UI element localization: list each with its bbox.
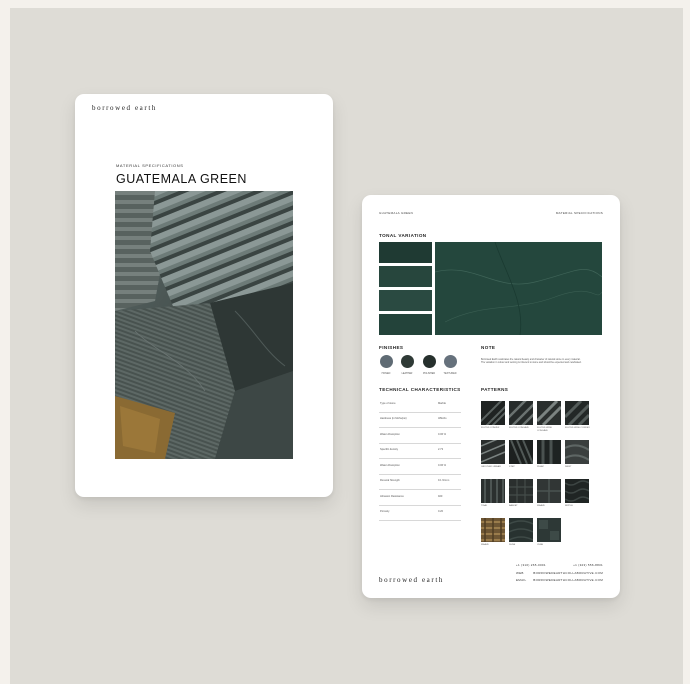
pattern-label: TIDAL: [481, 505, 488, 507]
tonal-swatch: [379, 290, 432, 311]
tonal-main-swatch: [435, 242, 602, 335]
pattern-label: DRIFT: [565, 466, 572, 468]
pattern-tile: [509, 401, 533, 425]
sheet-header-left: GUATEMALA GREEN: [379, 211, 414, 215]
pattern-tile: [481, 440, 505, 464]
phone-2: +1 (323) 556-8831: [573, 563, 603, 567]
tonal-swatch: [379, 242, 432, 263]
pattern-tile: [537, 479, 561, 503]
pattern-tile: [509, 440, 533, 464]
pattern-label: DUNE: [509, 544, 516, 546]
pattern-label: BASKET: [509, 505, 518, 507]
finish-dot: [401, 355, 414, 368]
contact-value: BORROWEDEARTHCOLLABORATIVE.COM: [533, 571, 603, 575]
finish-label: HONED: [381, 372, 391, 375]
cover-title: GUATEMALA GREEN: [116, 172, 247, 186]
finishes-heading: FINISHES: [379, 345, 404, 350]
contact-label: EMAIL: [516, 578, 527, 582]
tonal-swatch: [379, 314, 432, 335]
pattern-label: FLUTED CONCAVE: [509, 427, 529, 429]
note-text: Borrowed Earth celebrates the natural be…: [481, 358, 582, 365]
phone-1: +1 (310) 265-0001: [516, 563, 546, 567]
cover-eyebrow: MATERIAL SPECIFICATIONS: [116, 163, 184, 168]
finish-dot: [380, 355, 393, 368]
pattern-label: STEP: [509, 466, 515, 468]
finish-dot: [423, 355, 436, 368]
pattern-tile: [481, 479, 505, 503]
pattern-tile: [565, 479, 589, 503]
pattern-label: WEAVE: [537, 505, 545, 507]
pattern-tile: [509, 479, 533, 503]
tonal-swatch: [379, 266, 432, 287]
spec-sheet-page: GUATEMALA GREEN MATERIAL SPECIFICATIONS …: [362, 195, 620, 598]
note-heading: NOTE: [481, 345, 496, 350]
pattern-label: FLUTED WIDE CONVEX: [565, 427, 590, 429]
pattern-label: GROOVED LINEAR: [481, 466, 501, 468]
contact-label: WEB: [516, 571, 524, 575]
pattern-tile: [565, 401, 589, 425]
pattern-tile: [537, 518, 561, 542]
brand-logo: borrowed earth: [379, 576, 444, 584]
finish-label: LEATHER: [401, 372, 413, 375]
pattern-label: CUBE: [537, 544, 544, 546]
tech-row: Hardness (in Mohs/psi) 3/Mohs: [379, 411, 461, 428]
technical-heading: TECHNICAL CHARACTERISTICS: [379, 387, 461, 392]
pattern-tile: [481, 518, 505, 542]
pattern-tile: [481, 401, 505, 425]
pattern-label: RIPPLE: [565, 505, 573, 507]
pattern-tile: [509, 518, 533, 542]
tech-row: Porosity 0.20: [379, 504, 461, 521]
finish-label: POLISHED: [422, 372, 436, 375]
brand-logo: borrowed earth: [92, 104, 157, 112]
sheet-header-right: MATERIAL SPECIFICATIONS: [555, 211, 603, 215]
contact-value: BORROWEDEARTHCOLLABORATIVE.COM: [533, 578, 603, 582]
pattern-label: WEAVE: [481, 544, 489, 546]
pattern-label: FLUTED CONVEX: [481, 427, 500, 429]
pattern-tile: [565, 440, 589, 464]
tech-row: Specific density 2.73: [379, 442, 461, 459]
pattern-label: PLEAT: [537, 466, 544, 468]
finish-label: TEXTURED: [443, 372, 457, 375]
pattern-tile: [537, 401, 561, 425]
tonal-variation-heading: TONAL VARIATION: [379, 233, 427, 238]
patterns-heading: PATTERNS: [481, 387, 509, 392]
stone-photo: [115, 191, 293, 459]
pattern-tile: [537, 440, 561, 464]
finish-dot: [444, 355, 457, 368]
cover-page: borrowed earth MATERIAL SPECIFICATIONS G…: [75, 94, 333, 497]
pattern-label: FLUTED WIDE CONCAVE: [537, 427, 552, 432]
tech-row: Flexural Strength 9.1 N/mm: [379, 473, 461, 490]
